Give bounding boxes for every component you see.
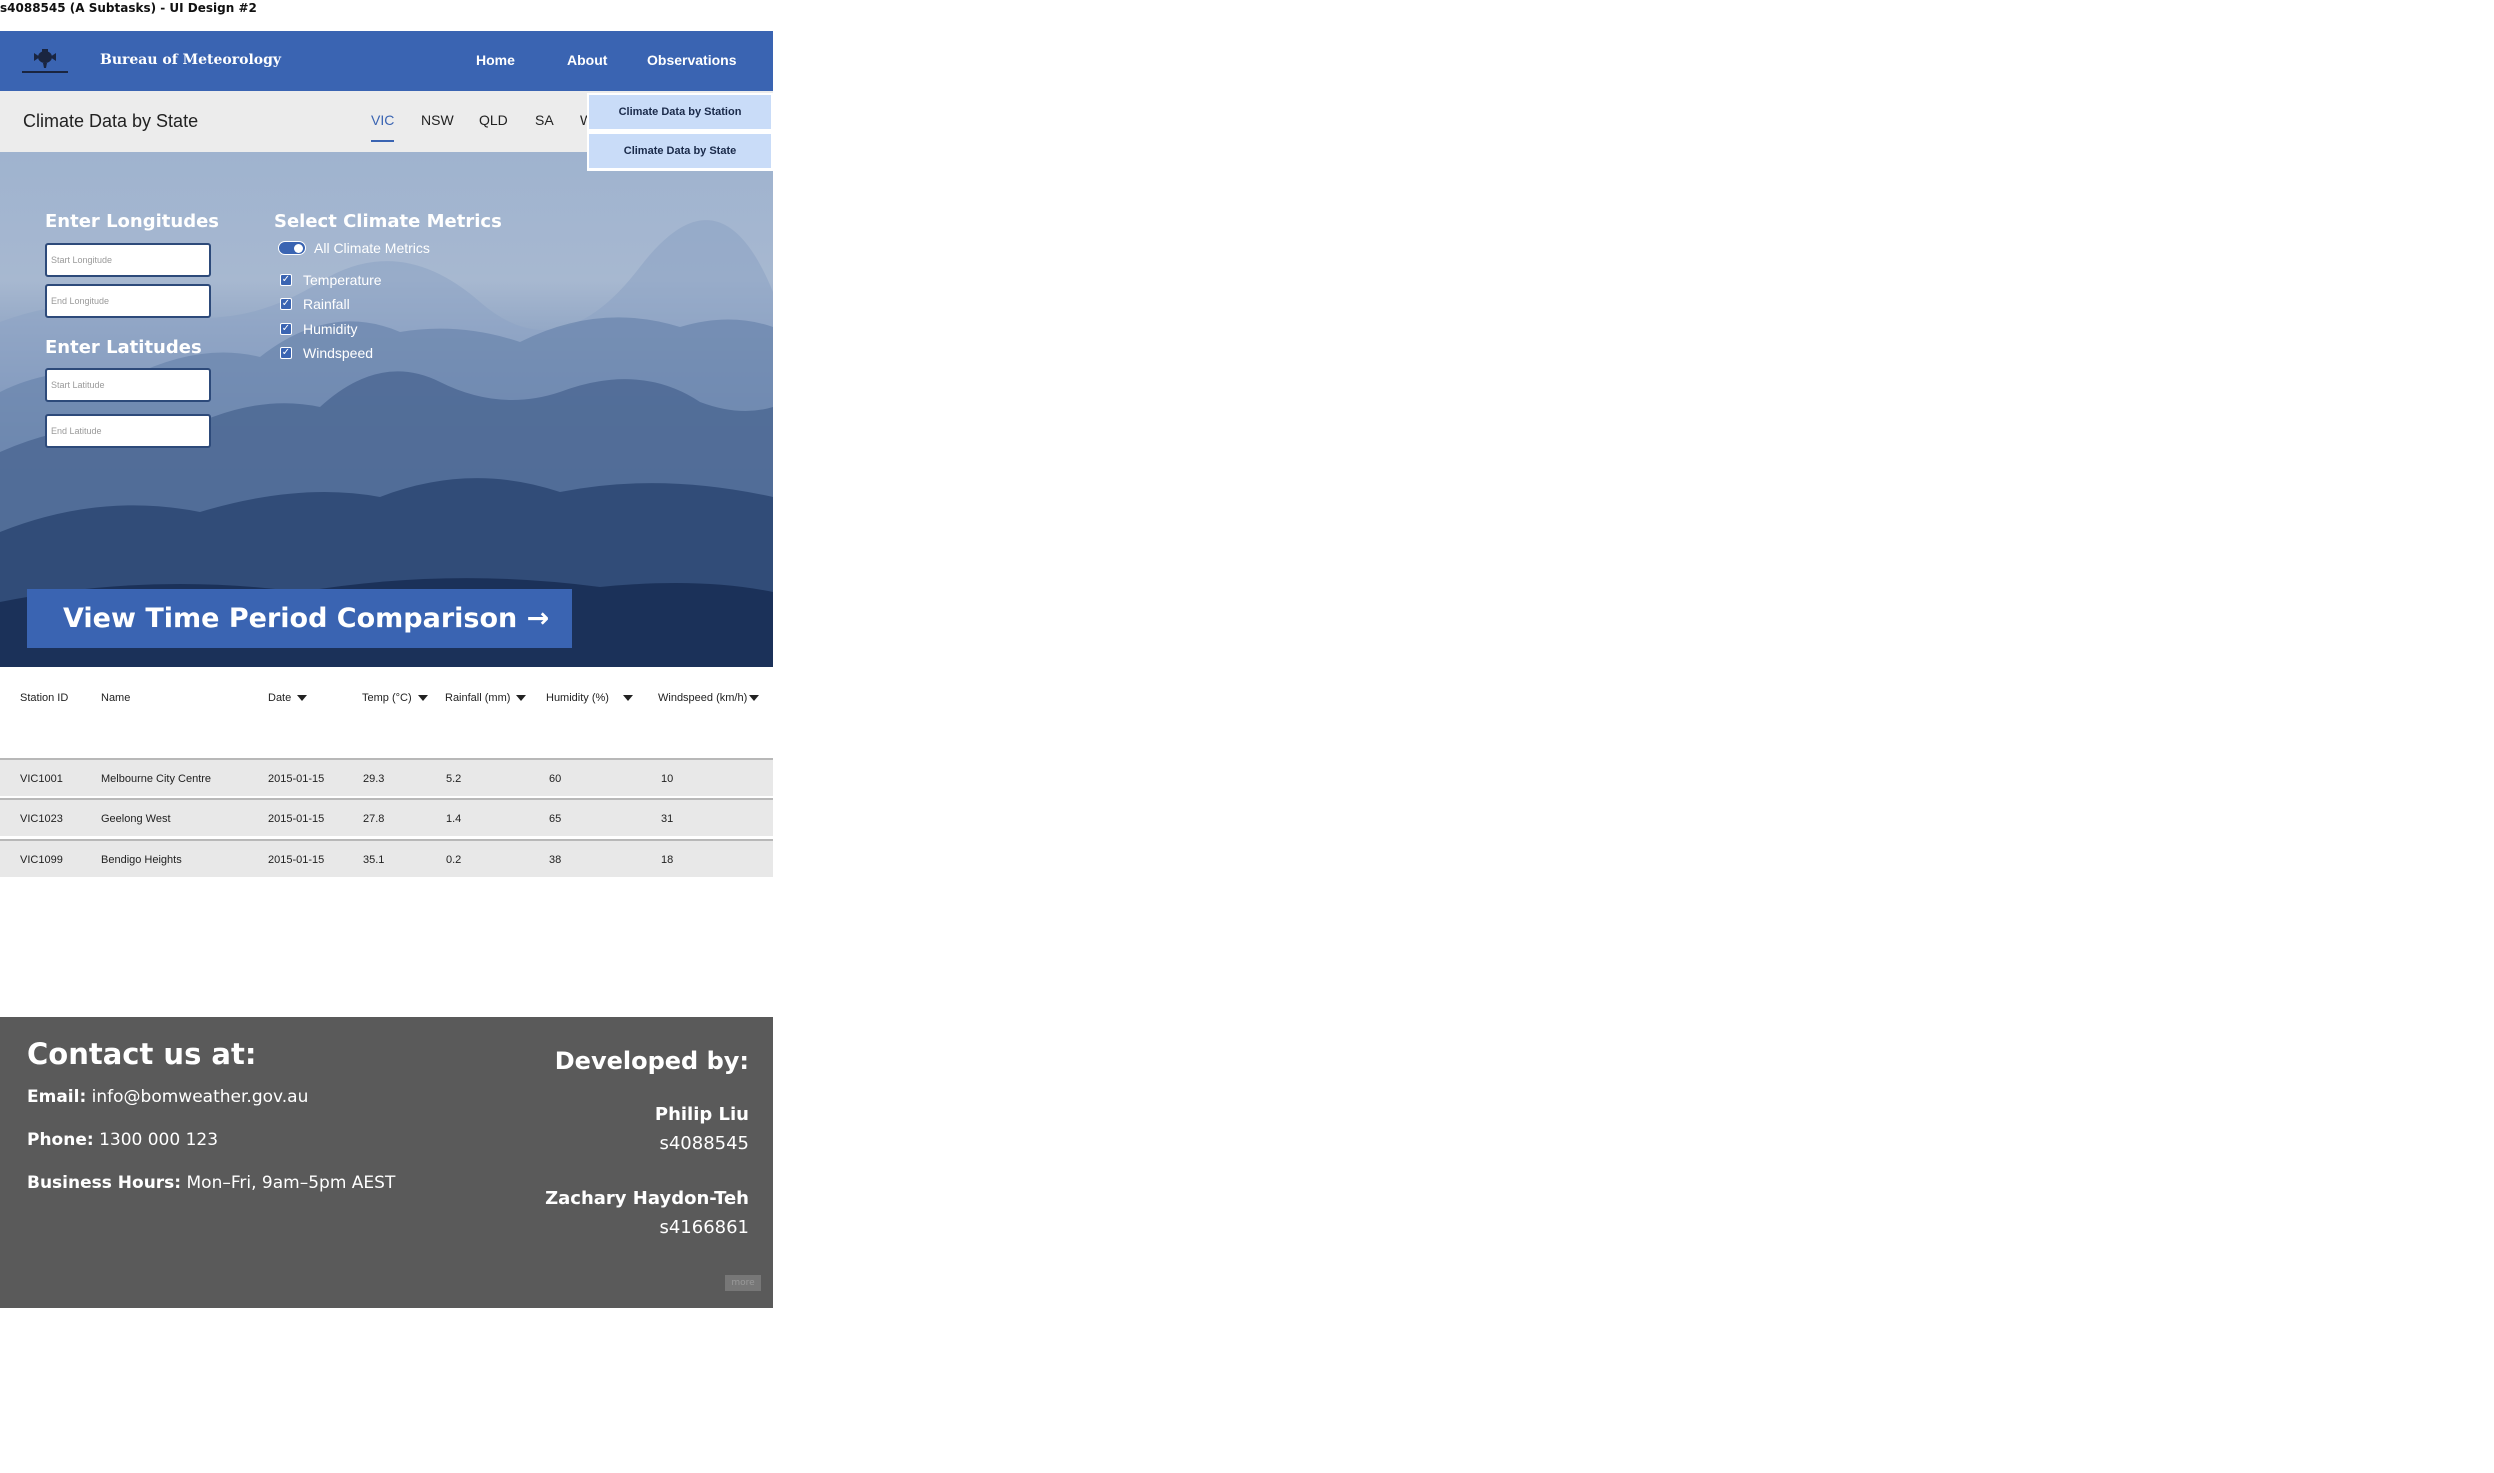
cell-station-id: VIC1023: [20, 813, 63, 825]
menu-item-climate-by-state[interactable]: Climate Data by State: [589, 134, 771, 168]
active-tab-indicator: [371, 140, 394, 142]
cell-station-id: VIC1099: [20, 854, 63, 866]
tab-nsw[interactable]: NSW: [421, 112, 454, 128]
table-row[interactable]: VIC1099 Bendigo Heights 2015-01-15 35.1 …: [0, 839, 773, 877]
more-button[interactable]: more: [725, 1275, 761, 1291]
footer: Contact us at: Email: info@bomweather.go…: [0, 1017, 773, 1308]
humidity-checkbox[interactable]: ✓: [280, 323, 292, 335]
developer-id: s4166861: [659, 1217, 749, 1238]
sort-rainfall-icon[interactable]: [516, 695, 527, 702]
view-comparison-button[interactable]: View Time Period Comparison →: [27, 589, 572, 648]
cell-temp: 35.1: [363, 854, 385, 866]
humidity-label: Humidity: [303, 321, 358, 337]
sort-humidity-icon[interactable]: [622, 695, 633, 702]
cell-windspeed: 18: [661, 854, 674, 866]
header-rainfall-label: Rainfall (mm): [445, 692, 511, 704]
cell-name: Melbourne City Centre: [101, 773, 212, 785]
longitudes-heading: Enter Longitudes: [45, 211, 219, 232]
tab-qld[interactable]: QLD: [479, 112, 508, 128]
temperature-label: Temperature: [303, 272, 382, 288]
cell-station-id: VIC1001: [20, 773, 63, 785]
tab-vic[interactable]: VIC: [371, 112, 394, 128]
temperature-checkbox[interactable]: ✓: [280, 274, 292, 286]
end-longitude-input[interactable]: [45, 284, 211, 318]
sort-temp-icon[interactable]: [417, 695, 428, 702]
cell-windspeed: 31: [661, 813, 674, 825]
toggle-knob: [294, 244, 303, 253]
table-row[interactable]: VIC1001 Melbourne City Centre 2015-01-15…: [0, 758, 773, 796]
developer-id: s4088545: [659, 1133, 749, 1154]
cell-name: Geelong West: [101, 813, 171, 825]
cell-date: 2015-01-15: [268, 813, 325, 825]
header-name: Name: [101, 692, 131, 704]
rainfall-checkbox[interactable]: ✓: [280, 298, 292, 310]
cell-rainfall: 1.4: [446, 813, 462, 825]
header-station-id: Station ID: [20, 692, 69, 704]
menu-item-climate-by-station[interactable]: Climate Data by Station: [589, 95, 771, 129]
nav-home[interactable]: Home: [476, 52, 515, 68]
all-metrics-toggle[interactable]: [278, 241, 306, 255]
windspeed-label: Windspeed: [303, 345, 374, 361]
all-metrics-label: All Climate Metrics: [314, 240, 430, 256]
header-date: Date: [268, 692, 308, 704]
header-windspeed-label: Windspeed (km/h): [658, 692, 748, 704]
hours-value: Mon–Fri, 9am–5pm AEST: [186, 1173, 396, 1193]
cell-date: 2015-01-15: [268, 854, 325, 866]
top-navbar: Bureau of Meteorology Home About Observa…: [0, 31, 773, 91]
nav-observations[interactable]: Observations: [647, 52, 736, 68]
cell-humidity: 38: [549, 854, 562, 866]
cell-humidity: 60: [549, 773, 562, 785]
cell-humidity: 65: [549, 813, 562, 825]
latitudes-heading: Enter Latitudes: [45, 337, 202, 358]
phone-label: Phone:: [27, 1130, 94, 1150]
contact-heading: Contact us at:: [27, 1037, 257, 1071]
start-longitude-input[interactable]: [45, 243, 211, 277]
contact-email: Email: info@bomweather.gov.au: [27, 1087, 308, 1107]
header-date-label: Date: [268, 692, 292, 704]
contact-phone: Phone: 1300 000 123: [27, 1130, 218, 1150]
nav-about[interactable]: About: [567, 52, 607, 68]
sort-windspeed-icon[interactable]: [749, 695, 760, 702]
cell-rainfall: 0.2: [446, 854, 462, 866]
document-title: s4088545 (A Subtasks) - UI Design #2: [0, 1, 257, 15]
page-title: Climate Data by State: [23, 111, 199, 131]
windspeed-checkbox[interactable]: ✓: [280, 347, 292, 359]
filter-hero: Enter Longitudes Enter Latitudes Select …: [0, 152, 773, 667]
rainfall-label: Rainfall: [303, 296, 350, 312]
header-humidity-label: Humidity (%): [546, 692, 609, 704]
table-row[interactable]: VIC1023 Geelong West 2015-01-15 27.8 1.4…: [0, 798, 773, 836]
email-link[interactable]: info@bomweather.gov.au: [92, 1087, 309, 1107]
climate-data-table: Station ID Name Date Temp (°C) Rainfall …: [0, 667, 773, 877]
metrics-heading: Select Climate Metrics: [274, 211, 502, 232]
developer-name: Zachary Haydon-Teh: [545, 1188, 749, 1209]
cell-rainfall: 5.2: [446, 773, 462, 785]
header-humidity: Humidity (%): [546, 692, 633, 704]
cell-date: 2015-01-15: [268, 773, 325, 785]
coat-of-arms-icon[interactable]: [16, 45, 74, 77]
developer-name: Philip Liu: [654, 1104, 749, 1125]
email-label: Email:: [27, 1087, 87, 1107]
cell-windspeed: 10: [661, 773, 674, 785]
observations-dropdown: Climate Data by Station Climate Data by …: [587, 93, 773, 171]
developed-by-heading: Developed by:: [554, 1047, 749, 1075]
header-temp-label: Temp (°C): [362, 692, 412, 704]
header-rainfall: Rainfall (mm): [445, 692, 527, 704]
cell-name: Bendigo Heights: [101, 854, 182, 866]
cell-temp: 29.3: [363, 773, 385, 785]
cell-temp: 27.8: [363, 813, 385, 825]
header-temp: Temp (°C): [362, 692, 428, 704]
contact-hours: Business Hours: Mon–Fri, 9am–5pm AEST: [27, 1173, 395, 1193]
tab-sa[interactable]: SA: [535, 112, 554, 128]
phone-number: 1300 000 123: [99, 1130, 219, 1150]
end-latitude-input[interactable]: [45, 414, 211, 448]
page-frame: Bureau of Meteorology Home About Observa…: [0, 31, 773, 1308]
brand-name[interactable]: Bureau of Meteorology: [100, 52, 281, 68]
sort-date-icon[interactable]: [297, 695, 308, 702]
header-windspeed: Windspeed (km/h): [658, 692, 760, 704]
hours-label: Business Hours:: [27, 1173, 182, 1193]
start-latitude-input[interactable]: [45, 368, 211, 402]
